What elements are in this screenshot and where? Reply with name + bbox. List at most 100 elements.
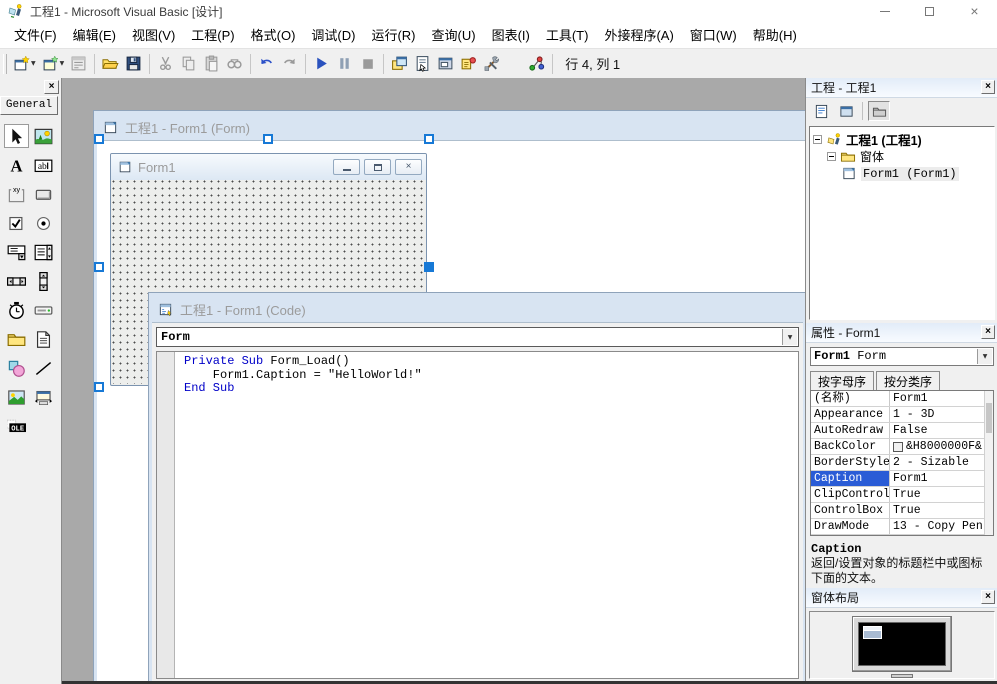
menu-file[interactable]: 文件(F) bbox=[6, 23, 65, 48]
data-view-button[interactable] bbox=[525, 52, 548, 76]
code-titlebar[interactable]: 工程1 - Form1 (Code) bbox=[152, 296, 803, 322]
checkbox-tool[interactable] bbox=[4, 211, 29, 235]
hscrollbar-tool[interactable] bbox=[4, 269, 29, 293]
listbox-tool[interactable] bbox=[31, 240, 56, 264]
properties-panel-close-icon[interactable]: × bbox=[981, 325, 995, 339]
vscrollbar-tool[interactable] bbox=[31, 269, 56, 293]
menu-debug[interactable]: 调试(D) bbox=[303, 23, 363, 48]
property-name[interactable]: AutoRedraw bbox=[811, 423, 890, 438]
code-line[interactable]: End Sub bbox=[184, 382, 422, 396]
code-editor[interactable]: Private Sub Form_Load() Form1.Caption = … bbox=[156, 351, 799, 679]
timer-tool[interactable] bbox=[4, 298, 29, 322]
menu-query[interactable]: 查询(U) bbox=[424, 23, 484, 48]
add-form-button[interactable]: ▼ bbox=[39, 52, 68, 76]
menu-run[interactable]: 运行(R) bbox=[363, 23, 423, 48]
property-value[interactable]: True bbox=[890, 503, 993, 518]
frame-tool[interactable]: xy bbox=[4, 182, 29, 206]
property-name[interactable]: ClipControls bbox=[811, 487, 890, 502]
menu-help[interactable]: 帮助(H) bbox=[745, 23, 805, 48]
drivelistbox-tool[interactable] bbox=[31, 298, 56, 322]
menu-editor-button[interactable] bbox=[67, 52, 90, 76]
label-tool[interactable]: A bbox=[4, 153, 29, 177]
properties-panel-titlebar[interactable]: 属性 - Form1 × bbox=[806, 323, 997, 343]
properties-window-button[interactable] bbox=[411, 52, 434, 76]
menu-add-ins[interactable]: 外接程序(A) bbox=[596, 23, 681, 48]
layout-panel-close-icon[interactable]: × bbox=[981, 590, 995, 604]
tab-categorized[interactable]: 按分类序 bbox=[876, 371, 940, 390]
menu-edit[interactable]: 编辑(E) bbox=[65, 23, 124, 48]
object-browser-button[interactable] bbox=[457, 52, 480, 76]
undo-button[interactable] bbox=[255, 52, 278, 76]
property-row-appearance[interactable]: Appearance1 - 3D bbox=[811, 407, 993, 423]
menu-format[interactable]: 格式(O) bbox=[243, 23, 304, 48]
property-row-clipcontrols[interactable]: ClipControlsTrue bbox=[811, 487, 993, 503]
view-object-button[interactable] bbox=[835, 101, 857, 121]
property-value[interactable]: &H8000000F& bbox=[890, 439, 993, 454]
shape-tool[interactable] bbox=[4, 356, 29, 380]
code-line[interactable]: Form1.Caption = "HelloWorld!" bbox=[184, 369, 422, 383]
property-name[interactable]: Caption bbox=[811, 471, 890, 486]
designer-titlebar[interactable]: 工程1 - Form1 (Form) bbox=[97, 114, 805, 140]
property-name[interactable]: (名称) bbox=[811, 391, 890, 406]
menu-tools[interactable]: 工具(T) bbox=[538, 23, 597, 48]
chevron-down-icon[interactable]: ▼ bbox=[782, 329, 797, 345]
property-row-drawmode[interactable]: DrawMode13 - Copy Pen bbox=[811, 519, 993, 535]
property-value[interactable]: False bbox=[890, 423, 993, 438]
dirlistbox-tool[interactable] bbox=[4, 327, 29, 351]
end-button[interactable] bbox=[356, 52, 379, 76]
optionbutton-tool[interactable] bbox=[31, 211, 56, 235]
close-button[interactable]: × bbox=[952, 0, 997, 22]
collapse-icon[interactable] bbox=[813, 135, 822, 144]
property-row-backcolor[interactable]: BackColor&H8000000F& bbox=[811, 439, 993, 455]
textbox-tool[interactable]: ab bbox=[31, 153, 56, 177]
pointer-tool[interactable] bbox=[4, 124, 29, 148]
start-button[interactable] bbox=[310, 52, 333, 76]
data-tool[interactable] bbox=[31, 385, 56, 409]
code-line[interactable]: Private Sub Form_Load() bbox=[184, 355, 422, 369]
property-row-borderstyle[interactable]: BorderStyle2 - Sizable bbox=[811, 455, 993, 471]
properties-object-combo[interactable]: Form1 Form ▼ bbox=[810, 347, 994, 366]
paste-button[interactable] bbox=[200, 52, 223, 76]
tab-alphabetic[interactable]: 按字母序 bbox=[810, 371, 874, 390]
cut-button[interactable] bbox=[154, 52, 177, 76]
form1-titlebar[interactable]: Form1 × bbox=[111, 154, 426, 180]
toolbox-tab-general[interactable]: General bbox=[0, 96, 58, 115]
property-name[interactable]: Appearance bbox=[811, 407, 890, 422]
minimize-button[interactable] bbox=[862, 0, 907, 22]
image-tool[interactable] bbox=[4, 385, 29, 409]
layout-panel-titlebar[interactable]: 窗体布局 × bbox=[806, 588, 997, 608]
form1-minimize-icon[interactable] bbox=[333, 159, 360, 175]
redo-button[interactable] bbox=[278, 52, 301, 76]
object-combo[interactable]: Form ▼ bbox=[156, 327, 799, 347]
property-value[interactable]: Form1 bbox=[890, 471, 993, 486]
tree-item-project[interactable]: 工程1 (工程1) bbox=[810, 131, 994, 148]
tree-item-forms-folder[interactable]: 窗体 bbox=[810, 148, 994, 165]
collapse-icon[interactable] bbox=[827, 152, 836, 161]
project-tree[interactable]: 工程1 (工程1) 窗体 Form1 (Form1) bbox=[809, 126, 995, 320]
copy-button[interactable] bbox=[177, 52, 200, 76]
tree-item-form1[interactable]: Form1 (Form1) bbox=[810, 165, 994, 182]
toolbox-close-icon[interactable]: × bbox=[44, 80, 59, 94]
code-text[interactable]: Private Sub Form_Load() Form1.Caption = … bbox=[175, 352, 422, 678]
project-panel-titlebar[interactable]: 工程 - 工程1 × bbox=[806, 78, 997, 98]
property-row-autoredraw[interactable]: AutoRedrawFalse bbox=[811, 423, 993, 439]
toolbar-grip[interactable] bbox=[3, 54, 7, 74]
property-row-caption[interactable]: CaptionForm1 bbox=[811, 471, 993, 487]
chevron-down-icon[interactable]: ▼ bbox=[977, 349, 992, 364]
property-name[interactable]: BorderStyle bbox=[811, 455, 890, 470]
find-button[interactable] bbox=[223, 52, 246, 76]
scrollbar-thumb[interactable] bbox=[986, 403, 992, 433]
ole-tool[interactable]: OLE bbox=[4, 414, 29, 438]
property-value[interactable]: True bbox=[890, 487, 993, 502]
form-layout-button[interactable] bbox=[434, 52, 457, 76]
property-value[interactable]: 1 - 3D bbox=[890, 407, 993, 422]
property-name[interactable]: BackColor bbox=[811, 439, 890, 454]
line-tool[interactable] bbox=[31, 356, 56, 380]
form1-layout-thumbnail[interactable] bbox=[863, 626, 882, 639]
property-value[interactable]: 13 - Copy Pen bbox=[890, 519, 993, 534]
commandbutton-tool[interactable] bbox=[31, 182, 56, 206]
resize-handle-right[interactable] bbox=[424, 262, 434, 272]
filelistbox-tool[interactable] bbox=[31, 327, 56, 351]
property-name[interactable]: ControlBox bbox=[811, 503, 890, 518]
save-project-button[interactable] bbox=[122, 52, 145, 76]
